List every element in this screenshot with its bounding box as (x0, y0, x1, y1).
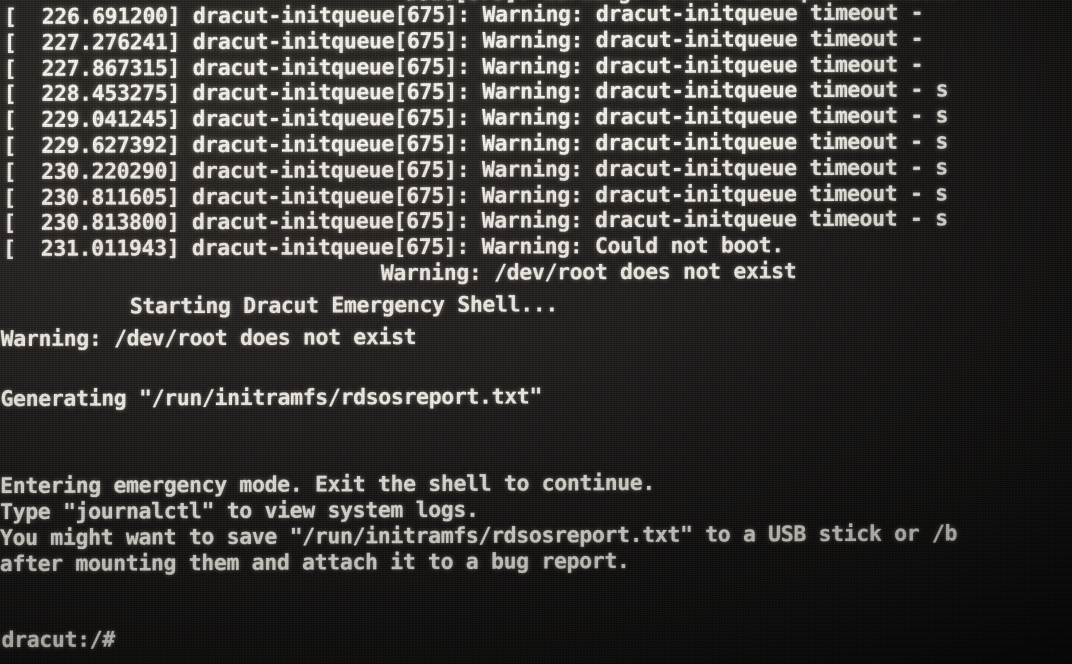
bug-report-hint-message: after mounting them and attach it to a b… (0, 548, 630, 578)
journalctl-hint-message: Type "journalctl" to view system logs. (0, 497, 479, 526)
starting-emergency-shell-message: Starting Dracut Emergency Shell... (129, 292, 559, 320)
shell-prompt[interactable]: dracut:/# (1, 627, 114, 654)
emergency-mode-message: Entering emergency mode. Exit the shell … (0, 470, 656, 500)
kernel-log-line-could-not-boot: [ 231.011943] dracut-initqueue[675]: War… (2, 233, 784, 262)
console-text-area[interactable]: ueue[675]: Warning: dracut-initqueue tim… (0, 0, 1072, 664)
monitor-screen: ueue[675]: Warning: dracut-initqueue tim… (0, 0, 1072, 664)
generating-rdsosreport-message: Generating "/run/initramfs/rdsosreport.t… (0, 384, 543, 413)
save-report-hint-message: You might want to save "/run/initramfs/r… (0, 521, 958, 552)
root-not-exist-warning: Warning: /dev/root does not exist (0, 324, 417, 353)
kernel-log-line: [ 230.813800] dracut-initqueue[675]: War… (3, 206, 948, 236)
kernel-log-line-root-missing: Warning: /dev/root does not exist (2, 259, 797, 288)
